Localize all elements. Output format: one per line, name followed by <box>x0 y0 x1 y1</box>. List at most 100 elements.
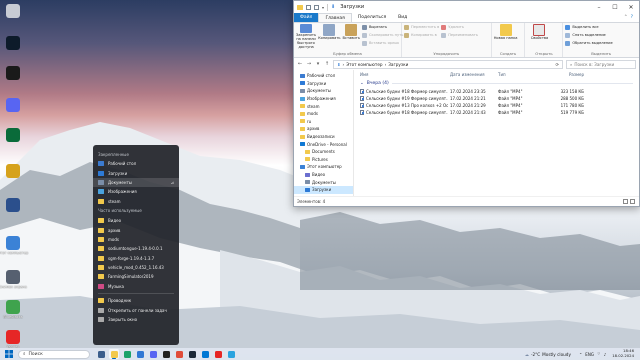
pin-icon[interactable]: ⊿ <box>171 180 174 185</box>
desktop-icon[interactable] <box>3 4 23 19</box>
jump-list-item[interactable]: Открепить от панели задач <box>93 305 179 314</box>
jump-list-item[interactable]: steam <box>93 197 179 206</box>
jump-list-item[interactable]: Документы ⊿ <box>93 177 179 188</box>
group-header[interactable]: ⌄ Вчера (4) <box>358 79 639 88</box>
select-all-button[interactable]: Выделить все <box>565 24 612 30</box>
tiles-view-button[interactable] <box>630 199 635 204</box>
desktop-icon[interactable] <box>3 164 23 179</box>
desktop-icon[interactable] <box>3 128 23 143</box>
search-input[interactable]: ⌕ Поиск в: Загрузки <box>566 59 636 69</box>
refresh-icon[interactable]: ⟳ <box>555 62 562 67</box>
jump-list-item[interactable]: Видео <box>93 216 179 225</box>
address-bar[interactable]: ⬇ › Этот компьютер › Загрузки ⟳ <box>333 59 563 69</box>
file-row[interactable]: Сельские будни #18 Фермер симулят... 17.0… <box>358 109 639 116</box>
desktop-icon[interactable]: Yandex <box>3 330 23 349</box>
jump-list-item[interactable]: Проводник <box>93 296 179 305</box>
nav-item[interactable]: Documents <box>294 148 353 156</box>
file-row[interactable]: Сельские будни #19 Фермер симулят... 17.0… <box>358 95 639 102</box>
chevron-up-icon[interactable]: ⌃ <box>579 352 582 357</box>
invert-selection-button[interactable]: Обратить выделение <box>565 40 613 46</box>
paste-shortcut-button[interactable]: Вставить ярлык <box>361 40 403 46</box>
cut-button[interactable]: Вырезать <box>361 24 403 30</box>
tab-home[interactable]: Главная <box>318 13 352 22</box>
jump-list-item[interactable]: Закрыть окно <box>93 315 179 324</box>
recent-dropdown-icon[interactable]: ▾ <box>315 61 321 67</box>
tab-file[interactable]: Файл <box>294 13 319 22</box>
up-arrow-icon[interactable]: ↑ <box>324 61 330 67</box>
dropdown-icon[interactable]: ▾ <box>322 5 324 10</box>
back-arrow-icon[interactable]: ← <box>297 61 303 67</box>
rename-button[interactable]: Переименовать <box>441 32 478 38</box>
column-size[interactable]: Размер <box>538 72 586 77</box>
desktop-icon[interactable]: Этот компьютер <box>0 236 28 255</box>
taskbar-app-steam[interactable] <box>187 349 197 359</box>
nav-item[interactable]: Загрузки <box>294 185 353 194</box>
pin-button[interactable]: Закрепить на панели быстрого доступа <box>296 24 316 50</box>
taskbar-app-photos[interactable] <box>200 349 210 359</box>
column-type[interactable]: Тип <box>496 72 538 77</box>
taskbar-app-chrome[interactable] <box>174 349 184 359</box>
forward-arrow-icon[interactable]: → <box>306 61 312 67</box>
nav-item[interactable]: Загрузки <box>294 80 353 88</box>
new-folder-qat-button[interactable] <box>314 4 319 10</box>
help-icon[interactable]: ? <box>631 15 633 20</box>
taskbar-app-widget[interactable] <box>96 349 106 359</box>
nav-item[interactable]: Видеозаписи <box>294 133 353 141</box>
breadcrumb-downloads[interactable]: Загрузки <box>388 62 408 67</box>
nav-item[interactable]: архив <box>294 125 353 133</box>
column-date[interactable]: Дата изменения <box>448 72 496 77</box>
start-button[interactable] <box>3 349 14 360</box>
file-row[interactable]: Сельские будни #13 Про колхоз +2 Ос... 17… <box>358 102 639 109</box>
jump-list-item[interactable]: mods <box>93 235 179 244</box>
desktop-icon[interactable]: Снимок экрана <box>0 270 27 289</box>
move-to-button[interactable]: Переместить в <box>404 24 439 30</box>
details-view-button[interactable] <box>623 199 628 204</box>
desktop-icon[interactable] <box>3 198 23 213</box>
jump-list-item[interactable]: vehicle_mod_0.452_1.16.43 <box>93 263 179 272</box>
nav-item[interactable]: Документы <box>294 178 353 186</box>
nav-item[interactable]: Рабочий стол <box>294 72 353 80</box>
close-button[interactable]: ✕ <box>623 1 639 13</box>
minimize-button[interactable]: – <box>591 1 607 13</box>
column-name[interactable]: Имя <box>358 72 448 77</box>
taskbar-app-media[interactable] <box>161 349 171 359</box>
taskbar-app-telegram[interactable] <box>226 349 236 359</box>
taskbar-app-discord[interactable] <box>148 349 158 359</box>
jump-list-item[interactable]: Рабочий стол <box>93 159 179 168</box>
nav-item[interactable]: steam <box>294 102 353 110</box>
language-indicator[interactable]: ENG <box>585 352 594 357</box>
desktop-icon[interactable] <box>3 36 23 51</box>
jump-list-item[interactable]: FarmingSimulator2019 <box>93 272 179 281</box>
nav-item[interactable]: Изображения <box>294 95 353 103</box>
select-none-button[interactable]: Снять выделение <box>565 32 612 38</box>
breadcrumb-computer[interactable]: Этот компьютер <box>346 62 382 67</box>
tab-view[interactable]: Вид <box>392 13 413 22</box>
jump-list-item[interactable]: sgm-forge-1.19.4-1.3.7 <box>93 254 179 263</box>
taskbar-search[interactable]: ⌕ Поиск <box>18 349 90 359</box>
desktop-icon[interactable] <box>3 66 23 81</box>
taskbar-app-edge[interactable] <box>122 349 132 359</box>
properties-button[interactable]: Свойства <box>527 24 551 50</box>
wifi-icon[interactable]: ⌔ <box>597 351 601 357</box>
nav-item[interactable]: Pictures <box>294 156 353 164</box>
nav-item[interactable]: ru <box>294 118 353 126</box>
nav-item[interactable]: Этот компьютер <box>294 163 353 171</box>
paste-button[interactable]: Вставить <box>343 24 360 50</box>
copy-button[interactable]: Копировать <box>318 24 341 50</box>
taskbar-app-yandex[interactable] <box>213 349 223 359</box>
nav-item[interactable]: mods <box>294 110 353 118</box>
maximize-button[interactable]: ☐ <box>607 1 623 13</box>
new-folder-button[interactable]: Новая папка <box>494 24 518 50</box>
copy-path-button[interactable]: Скопировать путь <box>361 32 403 38</box>
nav-item[interactable]: Видео <box>294 171 353 179</box>
jump-list-item[interactable]: Загрузки <box>93 168 179 177</box>
weather-widget[interactable]: ☁ -2°C Mostly cloudy <box>525 352 571 357</box>
clock[interactable]: 18:46 18.02.2024 <box>612 349 634 358</box>
jump-list-item[interactable]: архив <box>93 225 179 234</box>
jump-list-item[interactable]: sodiumtongue-1.19.4-0.0.1 <box>93 244 179 253</box>
taskbar-app-file-explorer[interactable] <box>109 349 119 359</box>
volume-icon[interactable]: ♪ <box>604 352 607 357</box>
delete-button[interactable]: Удалить <box>441 24 478 30</box>
tab-share[interactable]: Поделиться <box>352 13 392 22</box>
desktop-icon[interactable]: BlueStacks <box>3 300 23 319</box>
